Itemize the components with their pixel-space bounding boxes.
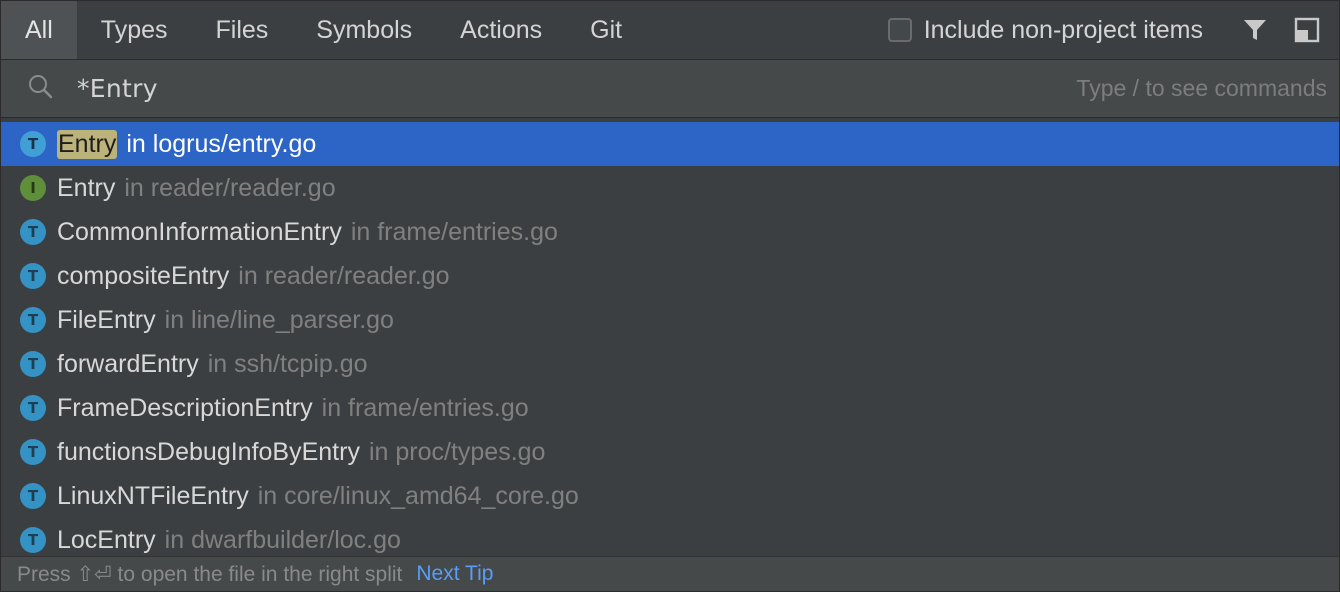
type-badge-icon: T [20,439,46,465]
result-location: in proc/types.go [368,437,546,466]
type-badge-icon: T [20,395,46,421]
type-badge-icon: T [20,307,46,333]
tab-spacer [646,1,888,59]
search-icon [27,73,53,104]
interface-badge-icon: I [20,175,46,201]
tab-actions[interactable]: Actions [436,1,566,59]
result-name: CommonInformationEntry [57,217,342,246]
include-non-project-label: Include non-project items [923,15,1203,44]
list-item[interactable]: T CommonInformationEntry in frame/entrie… [1,210,1339,254]
tab-git[interactable]: Git [566,1,646,59]
type-badge-icon: T [20,483,46,509]
include-non-project-checkbox[interactable] [887,18,912,42]
tip-footer: Press ⇧⏎ to open the file in the right s… [1,556,1339,591]
next-tip-link[interactable]: Next Tip [416,562,493,586]
list-item[interactable]: T FrameDescriptionEntry in frame/entries… [1,386,1339,430]
result-location: in core/linux_amd64_core.go [257,481,579,510]
list-item[interactable]: T compositeEntry in reader/reader.go [1,254,1339,298]
results-list: T Entry in logrus/entry.go I Entry in re… [1,122,1339,562]
result-name: forwardEntry [57,349,199,378]
tab-files[interactable]: Files [192,1,293,59]
tab-bar: All Types Files Symbols Actions Git Incl… [1,1,1339,60]
search-input[interactable]: *Entry [77,74,1076,103]
result-location: in reader/reader.go [238,261,450,290]
result-name: LocEntry [57,525,156,554]
result-name: functionsDebugInfoByEntry [57,437,360,466]
list-item[interactable]: T Entry in logrus/entry.go [1,122,1339,166]
result-location: in reader/reader.go [124,173,336,202]
tab-all[interactable]: All [1,1,77,59]
filter-icon[interactable] [1229,1,1281,59]
result-location: in line/line_parser.go [164,305,394,334]
result-location: in frame/entries.go [321,393,529,422]
result-name: Entry [57,173,116,202]
list-item[interactable]: I Entry in reader/reader.go [1,166,1339,210]
list-item[interactable]: T functionsDebugInfoByEntry in proc/type… [1,430,1339,474]
type-badge-icon: T [20,263,46,289]
result-name: Entry [57,129,118,159]
search-everywhere-popup: All Types Files Symbols Actions Git Incl… [0,0,1340,592]
list-item[interactable]: T LinuxNTFileEntry in core/linux_amd64_c… [1,474,1339,518]
result-name: LinuxNTFileEntry [57,481,249,510]
tab-types[interactable]: Types [77,1,192,59]
result-location: in dwarfbuilder/loc.go [164,525,401,554]
list-item[interactable]: T forwardEntry in ssh/tcpip.go [1,342,1339,386]
result-name: compositeEntry [57,261,230,290]
type-badge-icon: T [20,219,46,245]
search-row: *Entry Type / to see commands [1,60,1339,118]
preview-panel-icon[interactable] [1281,1,1333,59]
result-location: in frame/entries.go [350,217,558,246]
search-hint: Type / to see commands [1076,75,1327,101]
result-name: FrameDescriptionEntry [57,393,313,422]
result-location: in ssh/tcpip.go [207,349,368,378]
result-location: in logrus/entry.go [126,129,317,158]
type-badge-icon: T [20,351,46,377]
tab-symbols[interactable]: Symbols [292,1,436,59]
type-badge-icon: T [20,527,46,553]
tip-text: Press ⇧⏎ to open the file in the right s… [17,562,403,586]
result-name: FileEntry [57,305,156,334]
list-item[interactable]: T FileEntry in line/line_parser.go [1,298,1339,342]
include-non-project-toggle[interactable]: Include non-project items [887,1,1229,59]
type-badge-icon: T [20,131,46,157]
